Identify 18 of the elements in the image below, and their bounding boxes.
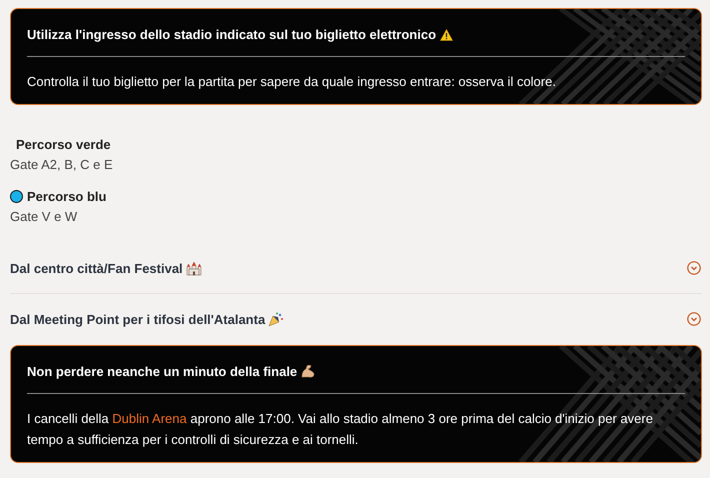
accordion-item[interactable]: Dal centro città/Fan Festival (10, 243, 702, 294)
party-popper-icon (268, 312, 284, 326)
notice-title: Utilizza l'ingresso dello stadio indicato sul tuo biglietto elettronico (27, 27, 436, 42)
route-name: Percorso verde (16, 137, 111, 152)
final-notice-title: Non perdere neanche un minuto della finale (27, 364, 298, 379)
chevron-icon (687, 312, 701, 326)
route-gates: Gate V e W (10, 209, 78, 224)
route-gates: Gate A2, B, C e E (10, 157, 114, 172)
notice-text: Controlla il tuo biglietto per la partita per sapere da quale ingresso entrare: osserva il colore. (27, 73, 557, 91)
warning-icon (440, 28, 454, 40)
chevron-icon (687, 261, 701, 275)
castle-icon (186, 260, 202, 276)
venue-link[interactable]: Dublin Arena (112, 411, 187, 426)
accordion-label: Dal Meeting Point per i tifosi dell'Atalanta (10, 312, 266, 326)
accordion-label: Dal centro città/Fan Festival (10, 260, 183, 276)
route-name: Percorso blu (27, 189, 106, 204)
final-notice-text: I cancelli della Dublin Arena aprono alle 17:00. Vai allo stadio almeno 3 ore prima del calcio d'inizio per avere tempo a sufficienza per i controlli di sicurezza e ai tornelli. (27, 410, 654, 449)
accordion-item[interactable]: Dal Meeting Point per i tifosi dell'Atalanta (10, 294, 702, 344)
